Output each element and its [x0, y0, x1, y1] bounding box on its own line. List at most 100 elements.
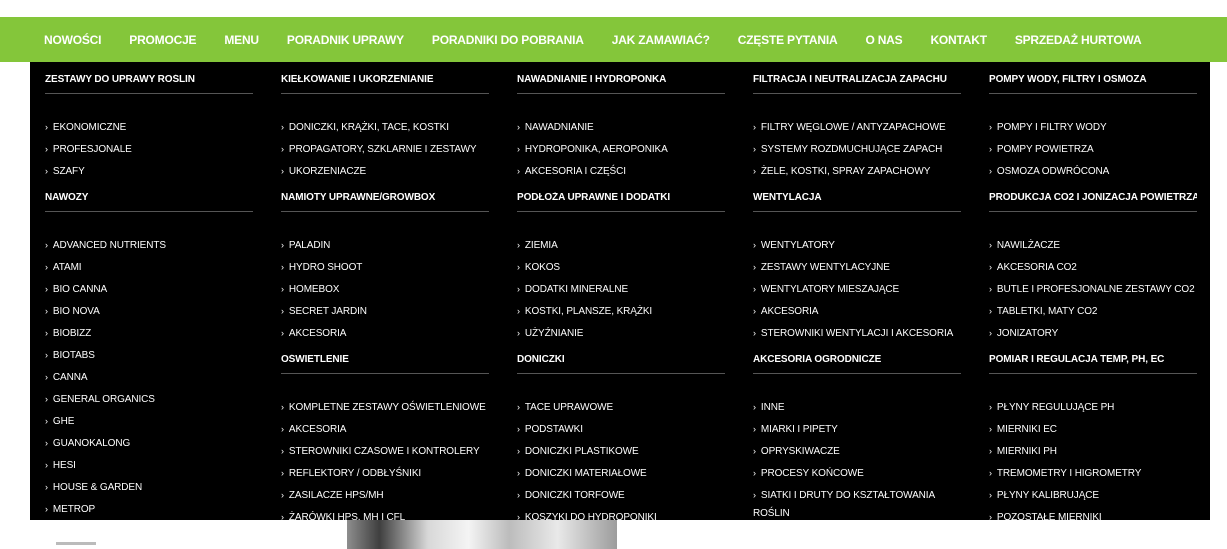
menu-link[interactable]: › OPRYSKIWACZE [753, 442, 961, 461]
chevron-right-icon: › [45, 166, 48, 176]
menu-link[interactable]: › BIO CANNA [45, 280, 253, 299]
nav-item-menu[interactable]: MENU [224, 33, 259, 47]
menu-heading[interactable]: NAMIOTY UPRAWNE/GROWBOX [281, 192, 489, 212]
menu-link[interactable]: › ZASILACZE HPS/MH [281, 486, 489, 505]
menu-link[interactable]: › ADVANCED NUTRIENTS [45, 236, 253, 255]
menu-link[interactable]: › EKONOMICZNE [45, 118, 253, 137]
menu-link[interactable]: › BIOTABS [45, 346, 253, 365]
menu-link[interactable]: › HOUSE & GARDEN [45, 478, 253, 497]
menu-link[interactable]: › WENTYLATORY [753, 236, 961, 255]
menu-heading[interactable]: OŚWIETLENIE [281, 354, 489, 374]
menu-heading[interactable]: WENTYLACJA [753, 192, 961, 212]
chevron-right-icon: › [989, 328, 992, 338]
nav-item-promocje[interactable]: PROMOCJE [129, 33, 196, 47]
nav-item-sprzedaz-hurtowa[interactable]: SPRZEDAŻ HURTOWA [1015, 33, 1142, 47]
menu-column-4: FILTRACJA I NEUTRALIZACJA ZAPACHU › FILTRY… [753, 62, 961, 520]
menu-heading[interactable]: NAWOZY [45, 192, 253, 212]
menu-link[interactable]: › DONICZKI TORFOWE [517, 486, 725, 505]
menu-link[interactable]: › DODATKI MINERALNE [517, 280, 725, 299]
menu-link[interactable]: › ATAMI [45, 258, 253, 277]
menu-link[interactable]: › POMPY I FILTRY WODY [989, 118, 1197, 137]
menu-heading[interactable]: PODŁOŻA UPRAWNE I DODATKI [517, 192, 725, 212]
menu-link[interactable]: › MIERNIKI PH [989, 442, 1197, 461]
nav-item-o-nas[interactable]: O NAS [865, 33, 902, 47]
menu-link[interactable]: › GUANOKALONG [45, 434, 253, 453]
menu-link[interactable]: › STEROWNIKI CZASOWE I KONTROLERY [281, 442, 489, 461]
menu-link[interactable]: › HESI [45, 456, 253, 475]
menu-link[interactable]: › GHE [45, 412, 253, 431]
menu-link[interactable]: › OSMOZA ODWRÓCONA [989, 162, 1197, 181]
menu-link[interactable]: › PROFESJONALE [45, 140, 253, 159]
menu-link[interactable]: › CANNA [45, 368, 253, 387]
menu-link[interactable]: › AKCESORIA [753, 302, 961, 321]
menu-link[interactable]: › PŁYNY REGULUJĄCE PH [989, 398, 1197, 417]
menu-link[interactable]: › PROPAGATORY, SZKLARNIE I ZESTAWY [281, 140, 489, 159]
menu-link[interactable]: › BUTLE I PROFESJONALNE ZESTAWY CO2 [989, 280, 1197, 299]
menu-link[interactable]: › KOSZYKI DO HYDROPONIKI [517, 508, 725, 520]
nav-item-kontakt[interactable]: KONTAKT [930, 33, 987, 47]
menu-link[interactable]: › BIO NOVA [45, 302, 253, 321]
menu-link[interactable]: › DONICZKI, KRĄŻKI, TACE, KOSTKI [281, 118, 489, 137]
menu-link[interactable]: › DONICZKI PLASTIKOWE [517, 442, 725, 461]
menu-heading[interactable]: DONICZKI [517, 354, 725, 374]
menu-link[interactable]: › AKCESORIA [281, 324, 489, 343]
menu-heading[interactable]: KIEŁKOWANIE I UKORZENIANIE [281, 74, 489, 94]
menu-link[interactable]: › WENTYLATORY MIESZAJĄCE [753, 280, 961, 299]
nav-item-poradnik-uprawy[interactable]: PORADNIK UPRAWY [287, 33, 404, 47]
menu-link[interactable]: › AKCESORIA I CZĘŚCI [517, 162, 725, 181]
nav-item-poradniki-do-pobrania[interactable]: PORADNIKI DO POBRANIA [432, 33, 584, 47]
menu-link[interactable]: › MIERNIKI EC [989, 420, 1197, 439]
menu-link[interactable]: › SYSTEMY ROZDMUCHUJĄCE ZAPACH [753, 140, 961, 159]
menu-link[interactable]: › FILTRY WĘGLOWE / ANTYZAPACHOWE [753, 118, 961, 137]
menu-link[interactable]: › HYDROPONIKA, AEROPONIKA [517, 140, 725, 159]
menu-link[interactable]: › UKORZENIACZE [281, 162, 489, 181]
menu-link[interactable]: › POZOSTAŁE MIERNIKI [989, 508, 1197, 520]
menu-link[interactable]: › AKCESORIA [281, 420, 489, 439]
menu-link[interactable]: › STEROWNIKI WENTYLACJI I AKCESORIA [753, 324, 961, 343]
menu-link[interactable]: › PROCESY KOŃCOWE [753, 464, 961, 483]
menu-link[interactable]: › SZAFY [45, 162, 253, 181]
menu-link[interactable]: › JONIZATORY [989, 324, 1197, 343]
menu-link[interactable]: › SECRET JARDIN [281, 302, 489, 321]
menu-link[interactable]: › ŻARÓWKI HPS, MH I CFL [281, 508, 489, 520]
menu-link[interactable]: › REFLEKTORY / ODBŁYŚNIKI [281, 464, 489, 483]
menu-heading[interactable]: PRODUKCJA CO2 I JONIZACJA POWIETRZA [989, 192, 1197, 212]
menu-link[interactable]: › BIOBIZZ [45, 324, 253, 343]
menu-link[interactable]: › TABLETKI, MATY CO2 [989, 302, 1197, 321]
menu-link[interactable]: › GENERAL ORGANICS [45, 390, 253, 409]
menu-heading[interactable]: ZESTAWY DO UPRAWY ROŚLIN [45, 74, 253, 94]
menu-link[interactable]: › INNE [753, 398, 961, 417]
menu-link[interactable]: › HYDRO SHOOT [281, 258, 489, 277]
menu-link[interactable]: › KOSTKI, PLANSZE, KRĄŻKI [517, 302, 725, 321]
menu-link[interactable]: › PALADIN [281, 236, 489, 255]
menu-link[interactable]: › POMPY POWIETRZA [989, 140, 1197, 159]
menu-link[interactable]: › PŁYNY KALIBRUJĄCE [989, 486, 1197, 505]
menu-link[interactable]: › TREMOMETRY I HIGROMETRY [989, 464, 1197, 483]
menu-heading[interactable]: AKCESORIA OGRODNICZE [753, 354, 961, 374]
menu-link[interactable]: › TACE UPRAWOWE [517, 398, 725, 417]
menu-link[interactable]: › KOMPLETNE ZESTAWY OŚWIETLENIOWE [281, 398, 489, 417]
menu-link[interactable]: › AKCESORIA CO2 [989, 258, 1197, 277]
menu-link[interactable]: › PODSTAWKI [517, 420, 725, 439]
nav-item-jak-zamawiac[interactable]: JAK ZAMAWIAĆ? [612, 33, 710, 47]
menu-link[interactable]: › ZESTAWY WENTYLACYJNE [753, 258, 961, 277]
menu-link[interactable]: › UŻYŹNIANIE [517, 324, 725, 343]
menu-link[interactable]: › NAWILŻACZE [989, 236, 1197, 255]
chevron-right-icon: › [989, 468, 992, 478]
menu-link[interactable]: › MIARKI I PIPETY [753, 420, 961, 439]
menu-heading[interactable]: FILTRACJA I NEUTRALIZACJA ZAPACHU [753, 74, 961, 94]
menu-link[interactable]: › KOKOS [517, 258, 725, 277]
menu-link[interactable]: › NAWADNIANIE [517, 118, 725, 137]
menu-link[interactable]: › HOMEBOX [281, 280, 489, 299]
nav-item-czeste-pytania[interactable]: CZĘSTE PYTANIA [738, 33, 838, 47]
menu-link[interactable]: › ŻELE, KOSTKI, SPRAY ZAPACHOWY [753, 162, 961, 181]
menu-link[interactable]: › SIATKI I DRUTY DO KSZTAŁTOWANIA ROŚLIN [753, 486, 961, 520]
menu-link[interactable]: › ZIEMIA [517, 236, 725, 255]
menu-heading[interactable]: POMPY WODY, FILTRY I OSMOZA [989, 74, 1197, 94]
nav-item-nowosci[interactable]: NOWOŚCI [44, 33, 101, 47]
menu-link[interactable]: › DONICZKI MATERIAŁOWE [517, 464, 725, 483]
menu-heading[interactable]: NAWADNIANIE I HYDROPONKA [517, 74, 725, 94]
menu-heading[interactable]: POMIAR I REGULACJA TEMP, PH, EC [989, 354, 1197, 374]
menu-link-label: PROPAGATORY, SZKLARNIE I ZESTAWY [288, 144, 477, 155]
menu-link[interactable]: › METROP [45, 500, 253, 519]
